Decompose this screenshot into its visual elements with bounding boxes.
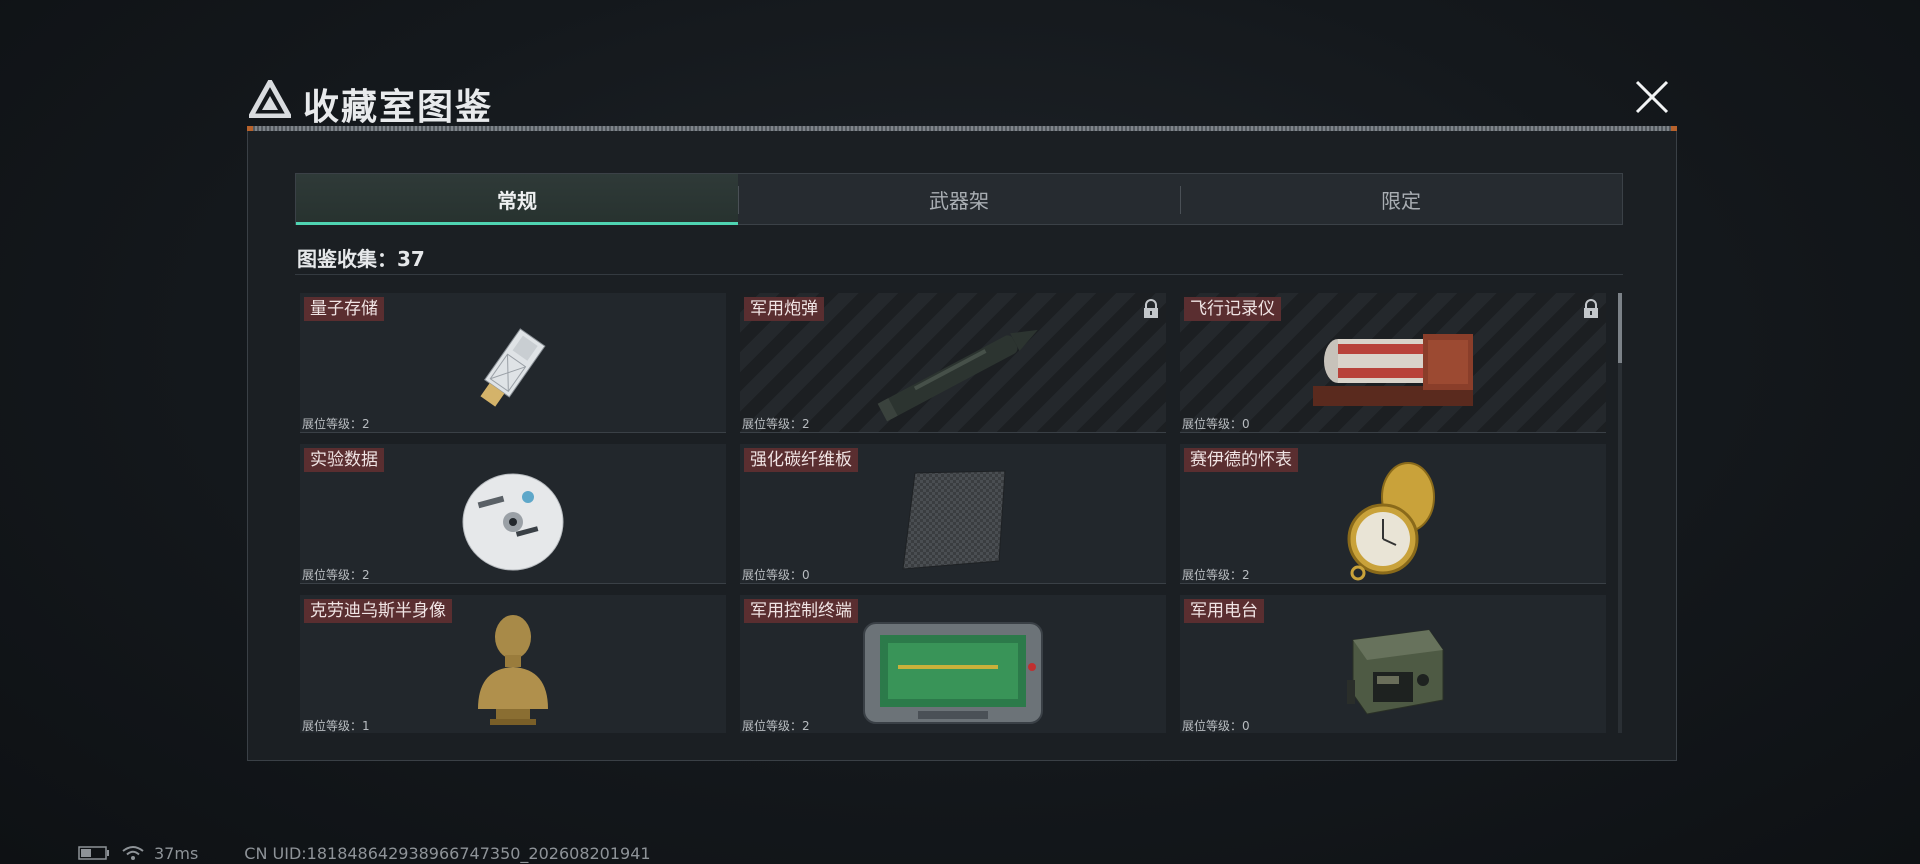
collection-count: 图鉴收集：37: [297, 247, 425, 271]
item-name: 飞行记录仪: [1184, 297, 1281, 321]
battery-icon: [78, 846, 109, 860]
item-card[interactable]: 赛伊德的怀表 展位等级：2: [1180, 444, 1606, 584]
item-level: 展位等级：2: [742, 719, 810, 733]
item-name: 军用电台: [1184, 599, 1264, 623]
item-card[interactable]: 量子存储 展位等级：2: [300, 293, 726, 433]
item-level: 展位等级：0: [1182, 417, 1250, 431]
item-name: 军用控制终端: [744, 599, 858, 623]
pocket-watch-icon: [1347, 461, 1435, 580]
radio-icon: [1347, 628, 1444, 715]
wifi-icon: [122, 846, 144, 860]
item-name: 实验数据: [304, 448, 384, 472]
item-card[interactable]: 军用电台 展位等级：0: [1180, 595, 1606, 733]
item-card[interactable]: 强化碳纤维板 展位等级：0: [740, 444, 1166, 584]
item-name: 量子存储: [304, 297, 384, 321]
item-level: 展位等级：2: [742, 417, 810, 431]
item-name: 强化碳纤维板: [744, 448, 858, 472]
ping-value: 37ms: [154, 843, 199, 863]
usb-drive-icon: [480, 327, 546, 407]
carbon-plate-icon: [902, 469, 1006, 570]
artillery-shell-icon: [877, 329, 1038, 421]
tab-limited[interactable]: 限定: [1180, 174, 1622, 224]
close-icon: [1635, 80, 1669, 114]
page-title: 收藏室图鉴: [303, 87, 494, 128]
item-card[interactable]: 军用炮弹 展位等级：2: [740, 293, 1166, 433]
section-divider: [295, 274, 1623, 275]
flight-recorder-icon: [1313, 333, 1473, 406]
item-level: 展位等级：1: [302, 719, 370, 733]
item-card[interactable]: 飞行记录仪 展位等级：0: [1180, 293, 1606, 433]
tab-regular[interactable]: 常规: [296, 174, 738, 225]
lock-icon: [1144, 299, 1158, 318]
close-button[interactable]: [1627, 72, 1677, 122]
item-name: 军用炮弹: [744, 297, 824, 321]
tab-weapon-rack[interactable]: 武器架: [738, 174, 1180, 224]
bust-statue-icon: [478, 614, 548, 725]
item-name: 克劳迪乌斯半身像: [304, 599, 452, 623]
cd-disc-icon: [462, 473, 564, 570]
item-name: 赛伊德的怀表: [1184, 448, 1298, 472]
item-card[interactable]: 实验数据 展位等级：2: [300, 444, 726, 584]
item-level: 展位等级：2: [302, 417, 370, 431]
user-uid: CN UID:181848642938966747350_20260820194…: [244, 843, 651, 863]
item-level: 展位等级：0: [1182, 719, 1250, 733]
delta-logo-icon: [249, 80, 291, 118]
item-level: 展位等级：2: [302, 568, 370, 582]
item-level: 展位等级：0: [742, 568, 810, 582]
item-grid: 量子存储 展位等级：2 军用炮弹 展位等级：2 飞行记录仪 展位等级：0 实验数…: [300, 293, 1610, 733]
status-bar: 37ms CN UID:181848642938966747350_202608…: [78, 843, 651, 863]
collection-panel: 常规 武器架 限定 图鉴收集：37 量子存储 展位等级：2 军用炮弹 展位等级：…: [247, 131, 1677, 761]
scrollbar-thumb[interactable]: [1618, 293, 1622, 363]
item-level: 展位等级：2: [1182, 568, 1250, 582]
lock-icon: [1584, 299, 1598, 318]
tab-bar: 常规 武器架 限定: [295, 173, 1623, 225]
item-card[interactable]: 军用控制终端 展位等级：2: [740, 595, 1166, 733]
control-terminal-icon: [863, 621, 1043, 724]
modal-header: 收藏室图鉴: [247, 72, 1677, 132]
item-card[interactable]: 克劳迪乌斯半身像 展位等级：1: [300, 595, 726, 733]
grid-scrollbar[interactable]: [1618, 293, 1622, 733]
